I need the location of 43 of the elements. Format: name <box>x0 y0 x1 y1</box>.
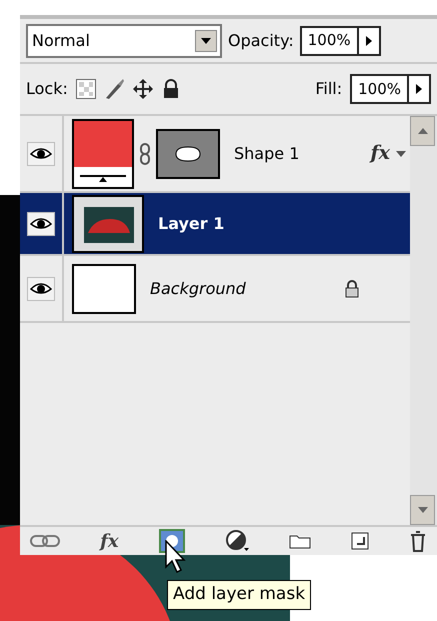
lock-icon[interactable] <box>162 79 180 99</box>
link-icon[interactable] <box>30 534 60 548</box>
cursor-icon <box>165 540 187 574</box>
scrollbar[interactable] <box>410 116 437 525</box>
layer-name: Shape 1 <box>233 142 300 164</box>
shape-thumbnail <box>72 118 134 188</box>
layer-row[interactable]: Background <box>20 256 410 323</box>
arrow-icon[interactable] <box>366 36 372 46</box>
effects-button[interactable]: fx <box>100 528 119 554</box>
layer-name: Layer 1 <box>157 212 226 234</box>
checkerboard-icon[interactable] <box>76 79 96 99</box>
fill-field[interactable]: 100% <box>350 74 431 104</box>
opacity-field[interactable]: 100% <box>300 26 381 56</box>
chain-icon[interactable] <box>140 142 150 164</box>
visibility-toggle[interactable] <box>27 212 55 236</box>
visibility-toggle[interactable] <box>27 276 55 300</box>
caret-icon[interactable] <box>396 150 406 156</box>
layer-thumbnail <box>72 264 136 314</box>
new-layer-icon[interactable] <box>350 532 369 550</box>
layer-name: Background <box>149 278 247 300</box>
half-circle-icon[interactable] <box>224 529 249 553</box>
layer-row[interactable]: Shape 1 fx <box>20 116 410 193</box>
brush-icon[interactable] <box>104 78 124 100</box>
scroll-up-button[interactable] <box>410 116 435 146</box>
tooltip: Add layer mask <box>167 580 312 610</box>
vector-mask-thumbnail <box>156 128 220 178</box>
eye-icon[interactable] <box>30 216 52 230</box>
eye-icon[interactable] <box>30 282 52 296</box>
layer-row[interactable]: Layer 1 <box>20 193 410 256</box>
visibility-toggle[interactable] <box>27 142 55 166</box>
eye-icon[interactable] <box>30 146 52 160</box>
scroll-down-button[interactable] <box>410 495 435 525</box>
move-icon[interactable] <box>132 78 154 100</box>
effects-badge[interactable]: fx <box>370 139 390 168</box>
blend-mode-dropdown[interactable]: Normal <box>26 24 222 58</box>
trash-icon[interactable] <box>408 530 427 552</box>
layer-thumbnail <box>72 194 144 252</box>
fill-label: Fill: <box>315 78 342 100</box>
arrow-icon[interactable] <box>416 84 422 94</box>
lock-label: Lock: <box>26 78 68 100</box>
folder-icon[interactable] <box>288 533 311 549</box>
caret-icon[interactable] <box>201 38 211 44</box>
opacity-label: Opacity: <box>228 30 294 52</box>
